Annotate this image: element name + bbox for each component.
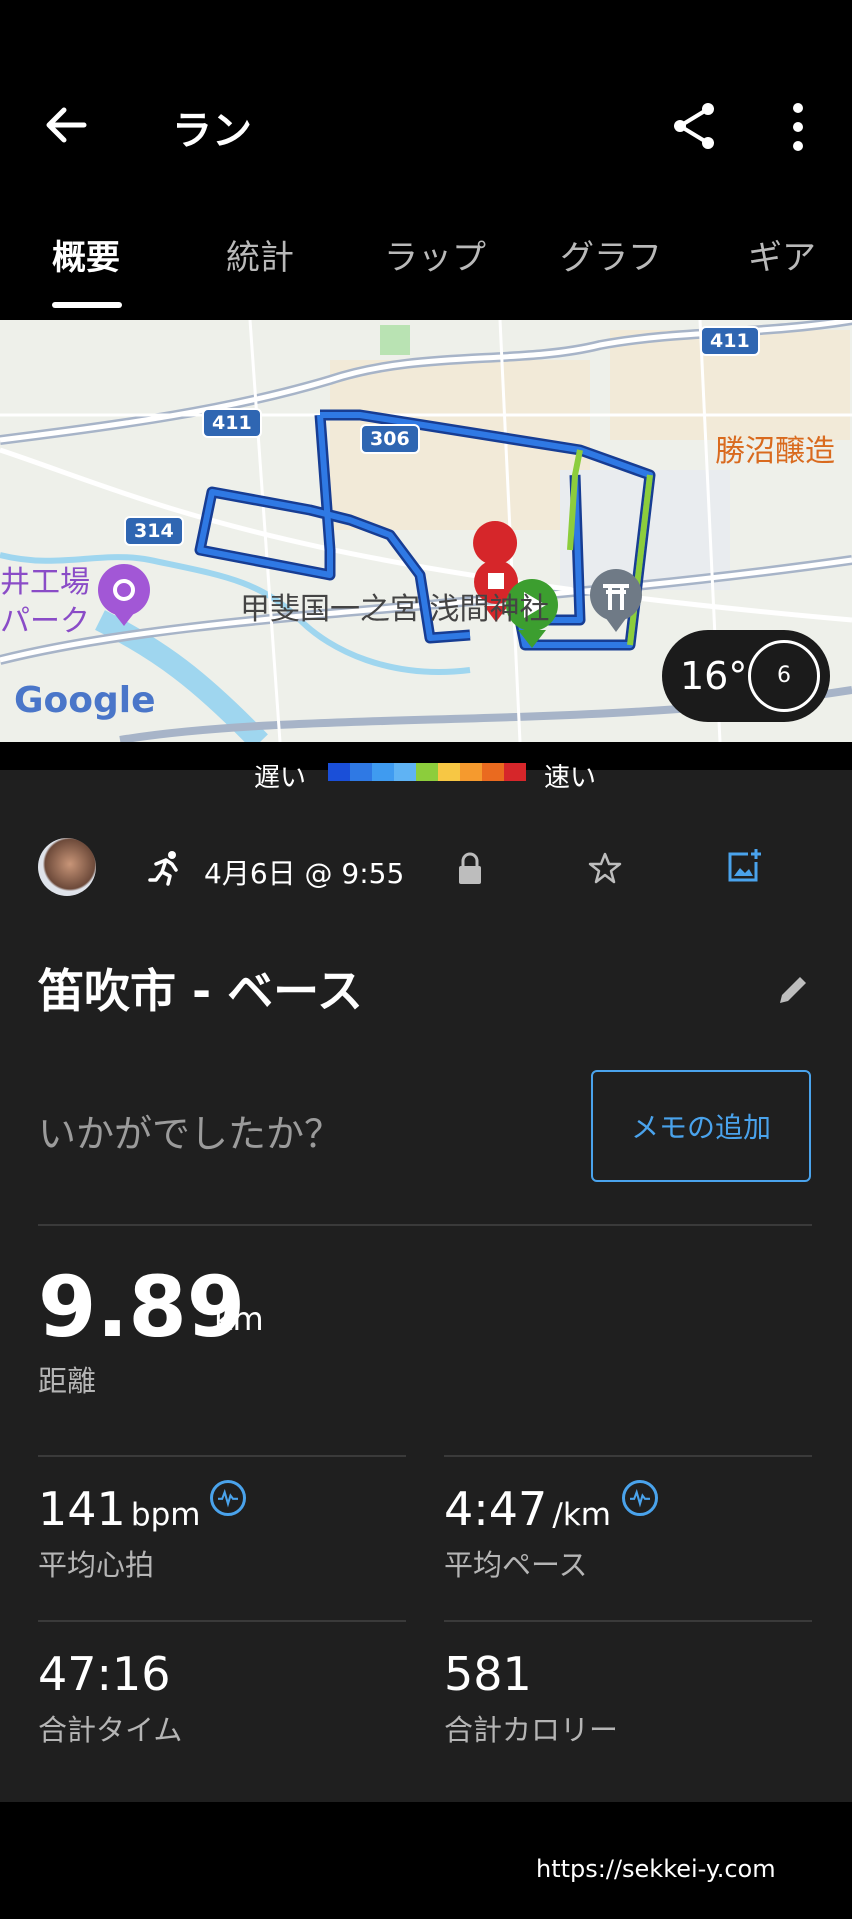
arrow-left-icon	[46, 107, 87, 143]
stat-value: 4:47	[444, 1482, 548, 1536]
edit-pencil-icon[interactable]	[776, 973, 810, 1007]
stat-unit: /km	[552, 1497, 612, 1533]
tab-summary[interactable]: 概要	[52, 230, 120, 279]
add-memo-button[interactable]: メモの追加	[591, 1070, 811, 1182]
temperature: 16°	[680, 654, 748, 698]
legend-swatch	[504, 763, 526, 781]
legend-swatch	[416, 763, 438, 781]
wind-icon: 6	[748, 640, 820, 712]
stat-label: 合計カロリー	[444, 1713, 619, 1747]
map-label-shrine: 甲斐国一之宮 浅間神社	[240, 592, 550, 627]
tab-gear[interactable]: ギア	[748, 230, 816, 279]
divider	[444, 1620, 812, 1622]
tab-laps[interactable]: ラップ	[384, 230, 486, 279]
route-shield-314: 314	[124, 516, 184, 546]
tab-stats[interactable]: 統計	[226, 230, 294, 279]
legend-slow-label: 遅い	[254, 763, 307, 793]
legend-swatch	[372, 763, 394, 781]
page-title: ラン	[172, 108, 252, 154]
legend-swatch	[394, 763, 416, 781]
active-tab-indicator	[52, 302, 122, 308]
distance-label: 距離	[38, 1364, 97, 1398]
more-menu-button[interactable]	[788, 102, 808, 152]
stat-label: 合計タイム	[38, 1713, 183, 1747]
activity-datetime: 4月6日 @ 9:55	[204, 857, 405, 890]
divider	[38, 1224, 812, 1226]
stat-calories-value: 581	[444, 1647, 532, 1701]
stat-avg-pace: 4:47 /km	[444, 1482, 611, 1536]
running-icon	[148, 851, 178, 886]
app-header: ラン 概要 統計 ラップ グラフ ギア	[0, 0, 852, 310]
share-icon	[674, 103, 714, 149]
heart-rate-badge-icon[interactable]	[210, 1480, 246, 1516]
activity-summary-card: 遅い 速い 4月6日 @ 9:55 笛吹市 - ベース いかがでしたか？ メモの…	[0, 763, 852, 1802]
stat-value: 141	[38, 1482, 126, 1536]
feeling-prompt[interactable]: いかがでしたか？	[38, 1103, 342, 1158]
legend-swatch	[438, 763, 460, 781]
route-shield-411-east: 411	[700, 326, 760, 356]
share-button[interactable]	[670, 100, 720, 152]
legend-swatch	[350, 763, 372, 781]
stat-unit: bpm	[130, 1497, 201, 1533]
legend-fast-label: 速い	[544, 763, 597, 793]
route-shield-411-west: 411	[202, 408, 262, 438]
avatar[interactable]	[38, 838, 96, 896]
legend-swatch	[328, 763, 350, 781]
star-outline-icon[interactable]	[588, 852, 622, 884]
wind-speed: 6	[777, 663, 791, 688]
map-label-winery: 勝沼醸造	[715, 434, 835, 469]
weather-badge: 16° 6	[662, 630, 830, 722]
pace-legend-bar	[328, 763, 526, 781]
stat-avg-heart-rate: 141 bpm	[38, 1482, 200, 1536]
activity-title[interactable]: 笛吹市 - ベース	[38, 955, 363, 1021]
legend-swatch	[482, 763, 504, 781]
map-label-park: パーク	[0, 604, 90, 639]
back-button[interactable]	[40, 100, 90, 150]
route-shield-306: 306	[360, 424, 420, 454]
divider	[38, 1620, 406, 1622]
stat-label: 平均心拍	[38, 1548, 155, 1582]
legend-swatch	[460, 763, 482, 781]
divider	[444, 1455, 812, 1457]
google-logo: Google	[14, 680, 156, 721]
add-photo-icon[interactable]	[726, 848, 762, 884]
more-vert-icon	[793, 103, 803, 151]
tab-graph[interactable]: グラフ	[560, 230, 662, 279]
footer-url: https://sekkei-y.com	[536, 1855, 776, 1883]
stat-label: 平均ペース	[444, 1548, 588, 1582]
pace-badge-icon[interactable]	[622, 1480, 658, 1516]
map-label-factory: 井工場	[0, 565, 90, 600]
divider	[38, 1455, 406, 1457]
lock-icon[interactable]	[456, 852, 484, 886]
stat-total-time-value: 47:16	[38, 1647, 171, 1701]
distance-unit: km	[214, 1300, 264, 1338]
